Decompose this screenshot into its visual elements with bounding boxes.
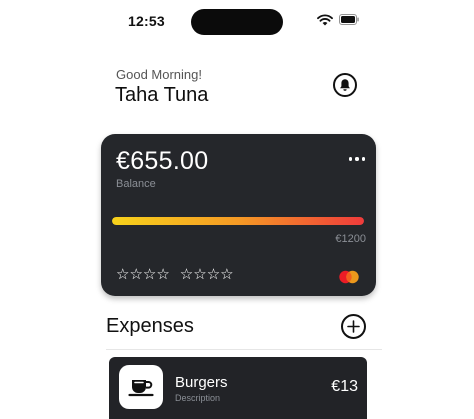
- user-name: Taha Tuna: [115, 84, 209, 106]
- spending-progress-bar: [112, 217, 364, 225]
- balance-amount: €655.00: [116, 147, 209, 175]
- expense-description: Description: [175, 393, 221, 403]
- coffee-cup-icon: [128, 380, 154, 397]
- spending-limit: €1200: [335, 233, 366, 245]
- masked-card-number: ☆☆☆☆ ☆☆☆☆: [116, 267, 234, 282]
- more-dot-icon: [355, 157, 359, 161]
- battery-icon: [339, 14, 359, 25]
- mastercard-icon: [339, 270, 359, 284]
- more-options-button[interactable]: [349, 154, 367, 164]
- expense-icon-tile: [119, 365, 163, 409]
- more-dot-icon: [361, 157, 366, 161]
- notifications-button[interactable]: [333, 73, 357, 97]
- wifi-icon: [317, 14, 333, 26]
- masked-digits-group: ☆☆☆☆: [179, 265, 234, 283]
- balance-card[interactable]: €655.00 Balance €1200 ☆☆☆☆ ☆☆☆☆: [101, 134, 376, 296]
- greeting-text: Good Morning!: [116, 67, 202, 82]
- expense-amount: €13: [331, 378, 358, 395]
- status-bar: 12:53: [0, 0, 474, 44]
- spending-progress-fill: [112, 217, 364, 225]
- expenses-title: Expenses: [106, 315, 194, 337]
- section-divider: [106, 349, 382, 350]
- expense-name: Burgers: [175, 374, 228, 391]
- plus-icon: [347, 320, 360, 333]
- balance-label: Balance: [116, 178, 156, 190]
- more-dot-icon: [349, 157, 353, 161]
- expense-item[interactable]: Burgers Description €13: [109, 357, 367, 419]
- bell-icon: [340, 79, 350, 91]
- dynamic-island: [191, 9, 283, 35]
- status-time: 12:53: [128, 13, 165, 29]
- masked-digits-group: ☆☆☆☆: [116, 265, 170, 283]
- add-expense-button[interactable]: [341, 314, 366, 339]
